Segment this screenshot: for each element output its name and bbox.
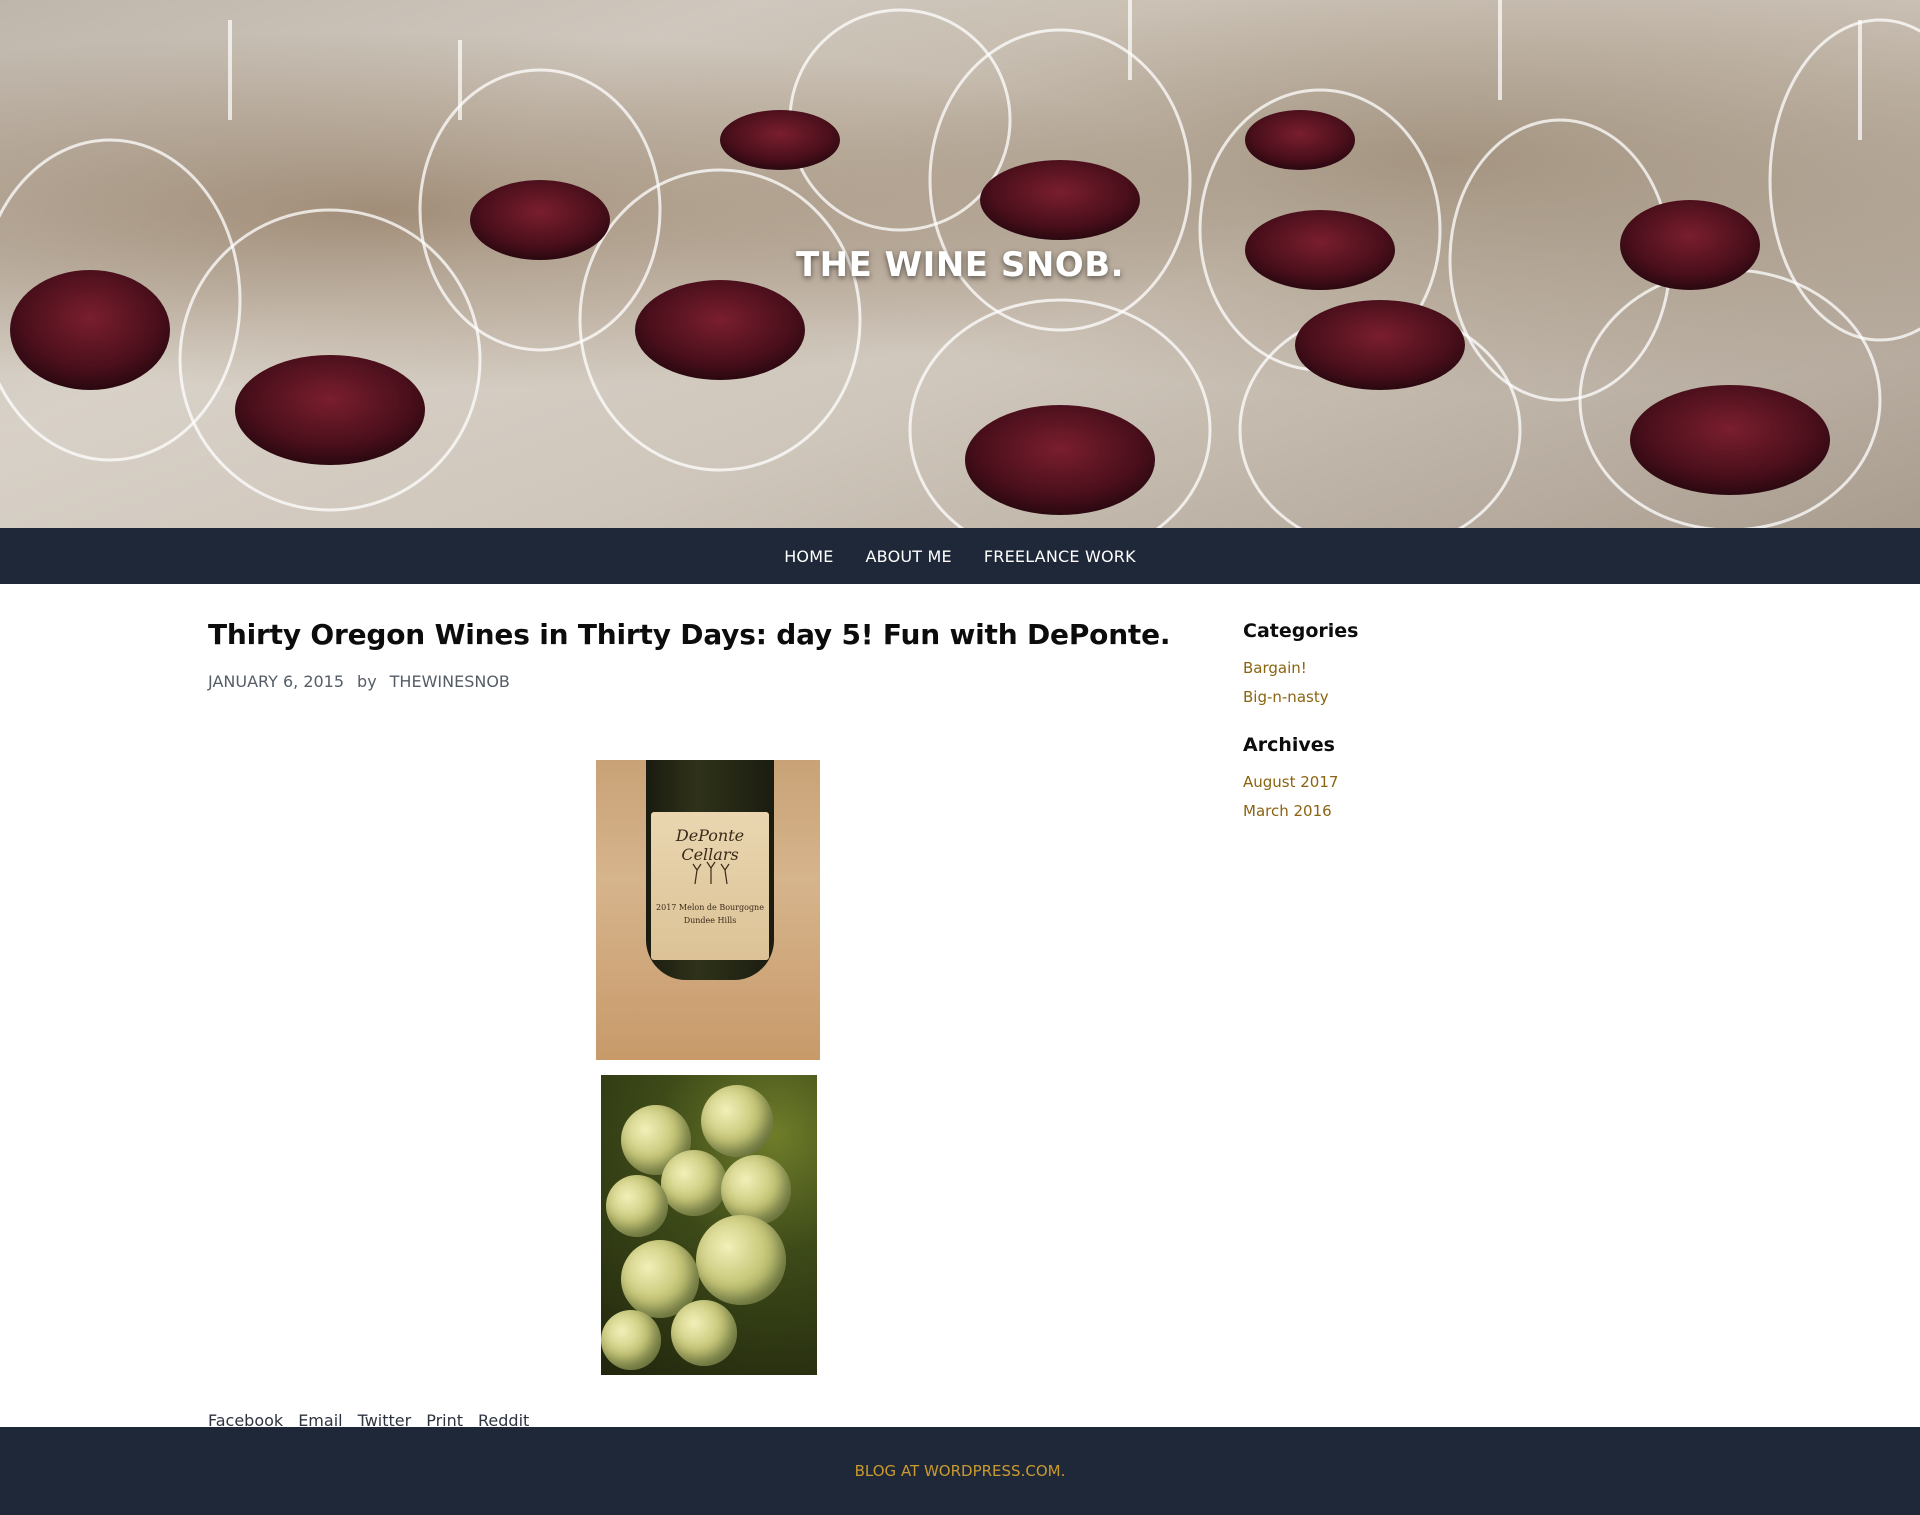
categories-widget: Categories Bargain! Big-n-nasty [1243, 620, 1543, 706]
grape [606, 1175, 668, 1237]
nav-about-me[interactable]: ABOUT ME [866, 547, 952, 566]
list-item: Big-n-nasty [1243, 687, 1543, 706]
grape [696, 1215, 786, 1305]
nav-freelance-work[interactable]: FREELANCE WORK [984, 547, 1136, 566]
archive-link-march-2016[interactable]: March 2016 [1243, 802, 1332, 820]
post-date[interactable]: JANUARY 6, 2015 [208, 672, 344, 691]
categories-list: Bargain! Big-n-nasty [1243, 658, 1543, 706]
grape [601, 1310, 661, 1370]
category-link-bargain[interactable]: Bargain! [1243, 659, 1307, 677]
grape [701, 1085, 773, 1157]
grape [671, 1300, 737, 1366]
grapes-photo [601, 1075, 817, 1375]
list-item: Bargain! [1243, 658, 1543, 677]
archives-widget: Archives August 2017 March 2016 [1243, 734, 1543, 820]
archives-list: August 2017 March 2016 [1243, 772, 1543, 820]
archives-title: Archives [1243, 734, 1335, 756]
site-footer: BLOG AT WORDPRESS.COM. [0, 1427, 1920, 1515]
grape [661, 1150, 727, 1216]
header-image: THE WINE SNOB. [0, 0, 1920, 528]
post: Thirty Oregon Wines in Thirty Days: day … [208, 618, 1208, 1430]
main-navigation: HOME ABOUT ME FREELANCE WORK [0, 528, 1920, 584]
bottle-label-region: Dundee Hills [683, 916, 737, 925]
bottle-label-variety: 2017 Melon de Bourgogne [656, 903, 764, 912]
vines-illustration-icon [692, 861, 730, 885]
site-title[interactable]: THE WINE SNOB. [0, 245, 1920, 285]
main-content-area: Thirty Oregon Wines in Thirty Days: day … [0, 584, 1920, 1430]
nav-home[interactable]: HOME [784, 547, 833, 566]
grape [721, 1155, 791, 1225]
categories-title: Categories [1243, 620, 1359, 642]
post-image-bottle[interactable]: DePonte Cellars 2017 Melon de Bourgogne … [596, 760, 822, 1060]
category-link-big-n-nasty[interactable]: Big-n-nasty [1243, 688, 1329, 706]
sidebar: Categories Bargain! Big-n-nasty Archives… [1243, 620, 1543, 830]
post-author[interactable]: THEWINESNOB [390, 672, 510, 691]
list-item: March 2016 [1243, 801, 1543, 820]
post-meta: JANUARY 6, 2015 by THEWINESNOB [208, 672, 1208, 691]
post-title[interactable]: Thirty Oregon Wines in Thirty Days: day … [208, 618, 1208, 651]
wine-bottle-photo: DePonte Cellars 2017 Melon de Bourgogne … [596, 760, 820, 1060]
bottle-label: DePonte Cellars 2017 Melon de Bourgogne … [651, 812, 769, 960]
archive-link-august-2017[interactable]: August 2017 [1243, 773, 1338, 791]
footer-wordpress-link[interactable]: BLOG AT WORDPRESS.COM. [855, 1462, 1066, 1480]
post-image-grapes[interactable] [601, 1075, 827, 1375]
post-by: by [357, 672, 377, 691]
list-item: August 2017 [1243, 772, 1543, 791]
